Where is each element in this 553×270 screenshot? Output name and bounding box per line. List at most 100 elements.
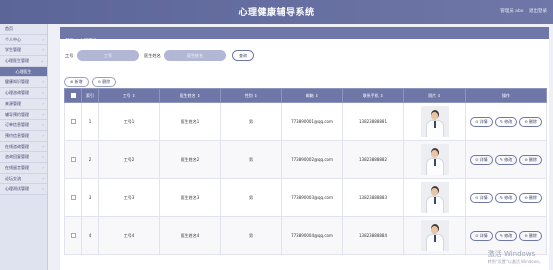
sidebar-item-label: 心理测试管理 bbox=[5, 186, 29, 192]
cell-name: 医生姓名1 bbox=[159, 102, 221, 141]
cell-phone: 13823888881 bbox=[342, 102, 404, 141]
column-header[interactable]: 邮箱 ⇕ bbox=[281, 88, 343, 103]
cell-name: 医生姓名3 bbox=[159, 178, 221, 217]
cell-gender: 男 bbox=[220, 216, 282, 255]
column-header: 操作 bbox=[465, 88, 547, 103]
sidebar-item-source[interactable]: 来源管理 › bbox=[0, 98, 47, 110]
search-button[interactable]: 查询 bbox=[232, 50, 254, 61]
column-header[interactable]: 照片 ⇕ bbox=[403, 88, 466, 103]
sidebar-item-doctor-mgmt[interactable]: 心理医生管理 ⌄ bbox=[0, 56, 47, 67]
delete-button[interactable]: ⊖ 删除 bbox=[519, 230, 542, 241]
detail-button[interactable]: ⊙ 详情 bbox=[470, 154, 493, 165]
chevron-icon: › bbox=[42, 186, 44, 192]
watermark-title: 激活 Windows bbox=[487, 250, 536, 258]
sidebar-item-psych-test[interactable]: 心理测试管理 › bbox=[0, 184, 47, 195]
cell-name: 医生姓名4 bbox=[159, 216, 221, 255]
sidebar-item-label: 来源管理 bbox=[5, 100, 21, 106]
table-row: 2 工号2 医生姓名2 男 773890002@qq.com 138238888… bbox=[64, 140, 547, 179]
logout-link[interactable]: 退出登录 bbox=[529, 9, 547, 14]
chevron-icon: › bbox=[42, 100, 44, 106]
cell-photo bbox=[403, 102, 466, 141]
sidebar-item-consult[interactable]: 心理咨询管理 › bbox=[0, 88, 47, 99]
sidebar-item-online-consult[interactable]: 在线咨询管理 › bbox=[0, 141, 47, 153]
edit-button[interactable]: ✎ 修改 bbox=[494, 230, 518, 241]
delete-button[interactable]: ⊖ 删除 bbox=[519, 116, 542, 127]
sidebar-item-doctor[interactable]: 心理医生 bbox=[0, 66, 47, 78]
select-all-checkbox[interactable] bbox=[64, 88, 82, 103]
cell-index: 1 bbox=[81, 102, 99, 141]
bulk-delete-button[interactable]: ⊖ 删除 bbox=[91, 77, 117, 87]
row-checkbox[interactable] bbox=[64, 102, 82, 141]
sidebar-item-label: 论坛交流 bbox=[5, 175, 21, 181]
table-header-row: 索引 工号 ⇕ 医生姓名 ⇕ 性别 ⇕ 邮箱 ⇕ 联系手机 ⇕ 照片 ⇕ 操作 bbox=[64, 88, 547, 103]
cell-email: 773890002@qq.com bbox=[281, 140, 343, 179]
delete-button[interactable]: ⊖ 删除 bbox=[519, 154, 542, 165]
sidebar-item-appointment[interactable]: 辅导预约管理 › bbox=[0, 109, 47, 121]
chevron-icon: › bbox=[42, 47, 44, 53]
cell-gender: 男 bbox=[220, 102, 282, 141]
sidebar-item-profile[interactable]: 个人中心 › bbox=[0, 34, 47, 46]
row-checkbox[interactable] bbox=[64, 178, 82, 217]
breadcrumb-current: 心理医生 bbox=[79, 39, 98, 44]
detail-button[interactable]: ⊙ 详情 bbox=[470, 116, 493, 127]
column-header[interactable]: 工号 ⇕ bbox=[98, 88, 160, 103]
search-bar: 工号 工号 医生姓名 医生姓名 查询 bbox=[60, 50, 549, 64]
watermark-subtitle: 转到“设置”以激活 Windows。 bbox=[487, 259, 543, 264]
column-header: 索引 bbox=[81, 88, 99, 103]
cell-photo bbox=[403, 178, 466, 217]
cell-index: 4 bbox=[81, 216, 99, 255]
row-checkbox[interactable] bbox=[64, 216, 82, 255]
sidebar-item-label: 心理咨询管理 bbox=[5, 90, 29, 96]
search-label-name: 医生姓名 bbox=[144, 53, 161, 58]
sidebar-item-orders[interactable]: 订单信息管理 › bbox=[0, 120, 47, 131]
cell-ops: ⊙ 详情 ✎ 修改 ⊖ 删除 bbox=[465, 102, 547, 141]
chevron-icon: › bbox=[42, 111, 44, 117]
cell-gender: 男 bbox=[220, 178, 282, 217]
breadcrumb-home[interactable]: 首页 bbox=[65, 39, 74, 44]
column-header[interactable]: 联系手机 ⇕ bbox=[342, 88, 404, 103]
edit-button[interactable]: ✎ 修改 bbox=[494, 154, 518, 165]
add-button[interactable]: ⊕ 新增 bbox=[64, 77, 89, 87]
chevron-icon: › bbox=[42, 122, 44, 128]
cell-id: 工号3 bbox=[98, 178, 160, 217]
sidebar-item-messages[interactable]: 在线留言管理 › bbox=[0, 162, 47, 174]
doctor-photo bbox=[420, 182, 449, 213]
doctor-photo bbox=[420, 144, 449, 175]
cell-ops: ⊙ 详情 ✎ 修改 ⊖ 删除 bbox=[465, 140, 547, 179]
sidebar-item-forum[interactable]: 论坛交流 › bbox=[0, 173, 47, 185]
doctor-table: 索引 工号 ⇕ 医生姓名 ⇕ 性别 ⇕ 邮箱 ⇕ 联系手机 ⇕ 照片 ⇕ 操作 … bbox=[64, 88, 547, 255]
chevron-icon: › bbox=[42, 154, 44, 160]
cell-id: 工号1 bbox=[98, 102, 160, 141]
sidebar-item-booking[interactable]: 预约信息管理 › bbox=[0, 130, 47, 142]
table-row: 3 工号3 医生姓名3 男 773890003@qq.com 138238888… bbox=[64, 178, 547, 217]
row-checkbox[interactable] bbox=[64, 140, 82, 179]
detail-button[interactable]: ⊙ 详情 bbox=[470, 230, 493, 241]
cell-gender: 男 bbox=[220, 140, 282, 179]
cell-photo bbox=[403, 216, 466, 255]
sidebar-item-home[interactable]: 首页 bbox=[0, 24, 47, 35]
search-input-id[interactable]: 工号 bbox=[77, 50, 139, 61]
chevron-icon: › bbox=[42, 132, 44, 138]
detail-button[interactable]: ⊙ 详情 bbox=[470, 192, 493, 203]
sidebar-item-label: 心理医生 bbox=[15, 68, 32, 74]
cell-phone: 13823888883 bbox=[342, 178, 404, 217]
sidebar: 首页 个人中心 › 学生管理 › 心理医生管理 ⌄ 心理医生 健康知识管理 › 心理咨询… bbox=[0, 24, 48, 270]
sidebar-item-knowledge[interactable]: 健康知识管理 › bbox=[0, 77, 47, 89]
main-panel: 首页 / 心理医生 工号 工号 医生姓名 医生姓名 查询 ⊕ 新增 ⊖ 删除 索引 工… bbox=[60, 27, 549, 270]
breadcrumb: 首页 / 心理医生 bbox=[60, 27, 549, 44]
delete-button[interactable]: ⊖ 删除 bbox=[519, 192, 542, 203]
chevron-icon: › bbox=[42, 79, 44, 85]
cell-index: 2 bbox=[81, 140, 99, 179]
column-header[interactable]: 性别 ⇕ bbox=[220, 88, 282, 103]
sidebar-item-students[interactable]: 学生管理 › bbox=[0, 45, 47, 57]
search-input-name[interactable]: 医生姓名 bbox=[164, 50, 226, 61]
chevron-icon: › bbox=[42, 164, 44, 170]
edit-button[interactable]: ✎ 修改 bbox=[494, 192, 518, 203]
sidebar-item-reply[interactable]: 咨询回复管理 › bbox=[0, 152, 47, 163]
breadcrumb-separator: / bbox=[76, 39, 78, 44]
column-header[interactable]: 医生姓名 ⇕ bbox=[159, 88, 221, 103]
sidebar-item-label: 心理医生管理 bbox=[5, 58, 29, 64]
edit-button[interactable]: ✎ 修改 bbox=[494, 116, 518, 127]
cell-name: 医生姓名2 bbox=[159, 140, 221, 179]
header-user-area: 管理员 abo 退出登录 bbox=[496, 8, 547, 14]
